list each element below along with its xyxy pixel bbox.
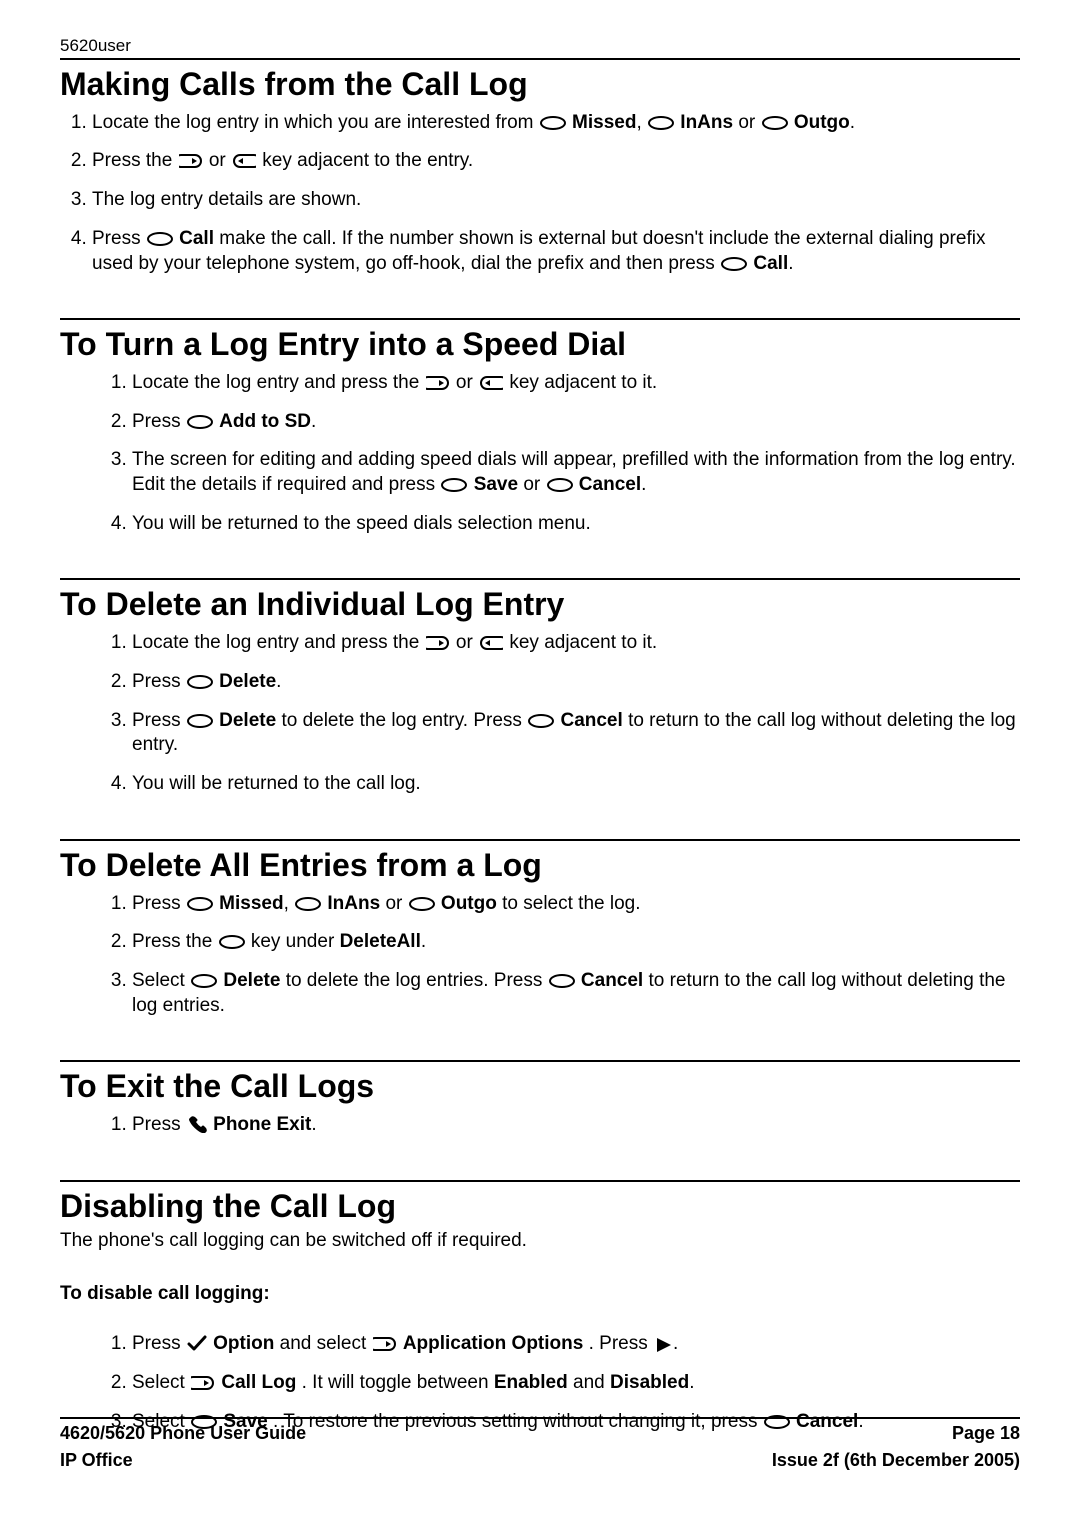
oval-key-icon: [187, 414, 213, 430]
disable-subhead: To disable call logging:: [60, 1283, 1020, 1305]
d-right-icon: [191, 1375, 215, 1391]
list-item: The screen for editing and adding speed …: [132, 440, 1020, 503]
heading-making-calls: Making Calls from the Call Log: [60, 66, 1020, 103]
oval-key-icon: [648, 115, 674, 131]
list-item: Locate the log entry and press the or ke…: [132, 623, 1020, 662]
check-icon: [187, 1334, 207, 1352]
oval-key-icon: [147, 231, 173, 247]
oval-key-icon: [540, 115, 566, 131]
play-icon: [654, 1336, 672, 1352]
list-item: Select Delete to delete the log entries.…: [132, 961, 1020, 1024]
list-item: Press Add to SD.: [132, 402, 1020, 441]
list-item: The log entry details are shown.: [92, 180, 1020, 219]
footer-right-1: Page 18: [952, 1421, 1020, 1445]
list-item: Press Option and select Application Opti…: [132, 1324, 1020, 1363]
oval-key-icon: [219, 934, 245, 950]
speed-dial-list: Locate the log entry and press the or ke…: [60, 363, 1020, 542]
footer-right-2: Issue 2f (6th December 2005): [772, 1448, 1020, 1472]
list-item: Press Missed, InAns or Outgo to select t…: [132, 884, 1020, 923]
list-item: Press Phone Exit.: [132, 1105, 1020, 1144]
separator: [60, 318, 1020, 320]
list-item: Locate the log entry and press the or ke…: [132, 363, 1020, 402]
heading-delete-one: To Delete an Individual Log Entry: [60, 586, 1020, 623]
separator: [60, 1060, 1020, 1062]
oval-key-icon: [547, 477, 573, 493]
oval-key-icon: [549, 973, 575, 989]
d-right-icon: [426, 375, 450, 391]
heading-exit: To Exit the Call Logs: [60, 1068, 1020, 1105]
disable-intro: The phone's call logging can be switched…: [60, 1229, 1020, 1254]
separator: [60, 1180, 1020, 1182]
separator: [60, 578, 1020, 580]
delete-all-list: Press Missed, InAns or Outgo to select t…: [60, 884, 1020, 1025]
footer-left-2: IP Office: [60, 1448, 133, 1472]
oval-key-icon: [187, 896, 213, 912]
list-item: Press Delete.: [132, 662, 1020, 701]
d-right-icon: [426, 635, 450, 651]
oval-key-icon: [187, 713, 213, 729]
oval-key-icon: [409, 896, 435, 912]
list-item: You will be returned to the call log.: [132, 764, 1020, 803]
heading-delete-all: To Delete All Entries from a Log: [60, 847, 1020, 884]
d-left-icon: [479, 375, 503, 391]
separator: [60, 839, 1020, 841]
page-footer: 4620/5620 Phone User Guide Page 18 IP Of…: [60, 1417, 1020, 1472]
heading-speed-dial: To Turn a Log Entry into a Speed Dial: [60, 326, 1020, 363]
d-right-icon: [373, 1336, 397, 1352]
list-item: Press Call make the call. If the number …: [92, 219, 1020, 282]
d-left-icon: [479, 635, 503, 651]
phone-icon: [187, 1115, 207, 1133]
list-item: Press the key under DeleteAll.: [132, 922, 1020, 961]
oval-key-icon: [721, 256, 747, 272]
heading-disable: Disabling the Call Log: [60, 1188, 1020, 1225]
making-calls-list: Locate the log entry in which you are in…: [60, 103, 1020, 282]
d-left-icon: [232, 153, 256, 169]
oval-key-icon: [441, 477, 467, 493]
delete-one-list: Locate the log entry and press the or ke…: [60, 623, 1020, 802]
oval-key-icon: [191, 973, 217, 989]
list-item: Press Delete to delete the log entry. Pr…: [132, 701, 1020, 764]
d-right-icon: [179, 153, 203, 169]
list-item: Select Call Log . It will toggle between…: [132, 1363, 1020, 1402]
oval-key-icon: [762, 115, 788, 131]
footer-left-1: 4620/5620 Phone User Guide: [60, 1421, 306, 1445]
oval-key-icon: [528, 713, 554, 729]
header-label: 5620user: [60, 36, 1020, 60]
exit-list: Press Phone Exit.: [60, 1105, 1020, 1144]
oval-key-icon: [187, 674, 213, 690]
list-item: Locate the log entry in which you are in…: [92, 103, 1020, 142]
page: 5620user Making Calls from the Call Log …: [0, 0, 1080, 1528]
list-item: You will be returned to the speed dials …: [132, 504, 1020, 543]
oval-key-icon: [295, 896, 321, 912]
list-item: Press the or key adjacent to the entry.: [92, 141, 1020, 180]
